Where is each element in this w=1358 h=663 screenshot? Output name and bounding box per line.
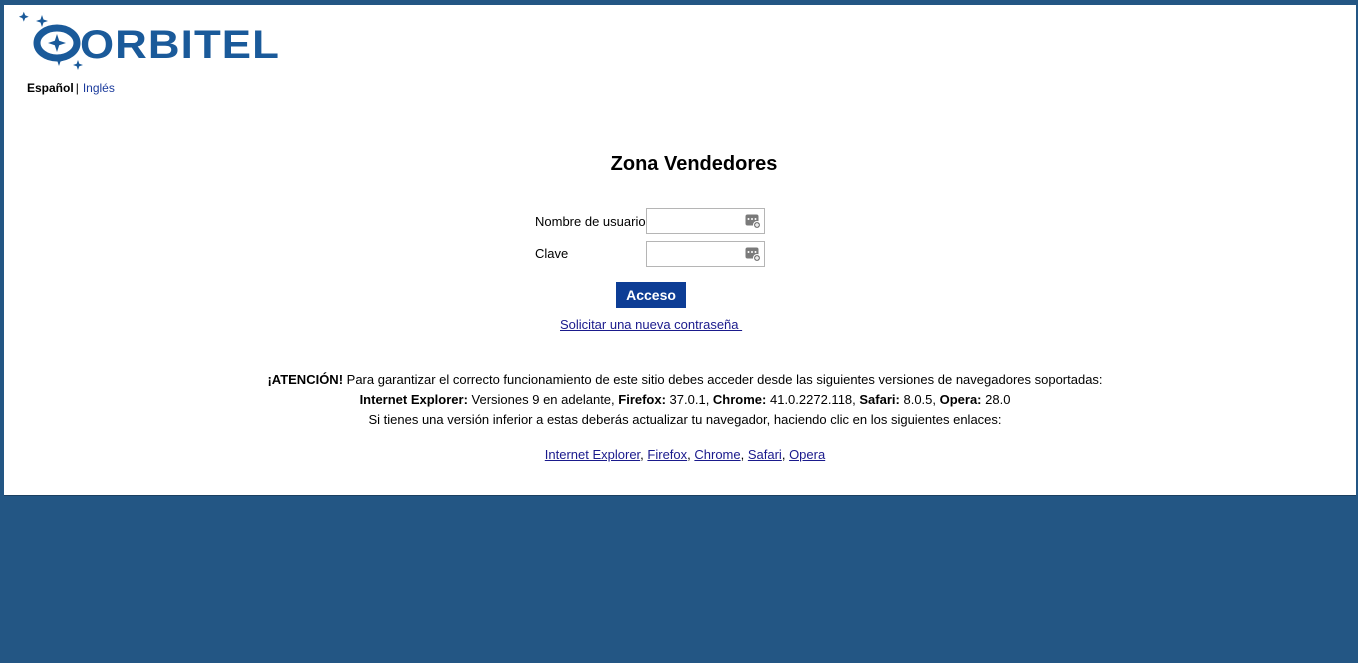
link-separator: , xyxy=(781,447,790,462)
browser-notice: ¡ATENCIÓN! Para garantizar el correcto f… xyxy=(4,370,1358,430)
safari-version-label: Safari: xyxy=(859,392,900,407)
main-panel: ORBITEL Español | Inglés Zona Vendedores N… xyxy=(4,5,1356,496)
ie-version-label: Internet Explorer: xyxy=(359,392,468,407)
page-title: Zona Vendedores xyxy=(610,153,778,175)
language-spanish: Español xyxy=(27,81,74,95)
password-manager-icon[interactable] xyxy=(745,247,761,262)
username-label: Nombre de usuario xyxy=(535,214,646,229)
notice-attention: ¡ATENCIÓN! xyxy=(267,372,344,387)
browser-download-links: Internet Explorer, Firefox, Chrome, Safa… xyxy=(4,447,1358,462)
opera-version-label: Opera: xyxy=(939,392,982,407)
safari-link[interactable]: Safari xyxy=(748,447,782,462)
password-input[interactable] xyxy=(649,243,749,267)
language-english-link[interactable]: Inglés xyxy=(83,81,115,95)
logo-text: ORBITEL xyxy=(80,23,280,67)
reset-password-link[interactable]: Solicitar una nueva contraseña xyxy=(560,317,742,332)
password-label: Clave xyxy=(535,246,569,261)
ie-version-value: Versiones 9 en adelante, xyxy=(467,392,619,407)
notice-line-3: Si tienes una versión inferior a estas d… xyxy=(368,412,1002,427)
firefox-link[interactable]: Firefox xyxy=(647,447,687,462)
username-field-wrapper xyxy=(646,208,765,234)
language-separator: | xyxy=(75,81,79,95)
opera-version-value: 28.0 xyxy=(981,392,1011,407)
orbitel-logo: ORBITEL xyxy=(18,11,280,70)
chrome-version-value: 41.0.2272.118, xyxy=(766,392,860,407)
notice-line-2: Internet Explorer: Versiones 9 en adelan… xyxy=(4,390,1358,410)
internet-explorer-link[interactable]: Internet Explorer xyxy=(545,447,640,462)
safari-version-value: 8.0.5, xyxy=(899,392,940,407)
language-switcher: Español | Inglés xyxy=(27,81,115,95)
password-manager-icon[interactable] xyxy=(745,214,761,229)
notice-line-1-text: Para garantizar el correcto funcionamien… xyxy=(343,372,1103,387)
username-input[interactable] xyxy=(649,210,749,234)
chrome-link[interactable]: Chrome xyxy=(694,447,740,462)
opera-link[interactable]: Opera xyxy=(789,447,825,462)
chrome-version-label: Chrome: xyxy=(712,392,767,407)
notice-line-1: ¡ATENCIÓN! Para garantizar el correcto f… xyxy=(4,370,1358,390)
firefox-version-label: Firefox: xyxy=(618,392,666,407)
link-separator: , xyxy=(740,447,748,462)
password-field-wrapper xyxy=(646,241,765,267)
firefox-version-value: 37.0.1, xyxy=(665,392,713,407)
login-button[interactable]: Acceso xyxy=(616,282,686,308)
